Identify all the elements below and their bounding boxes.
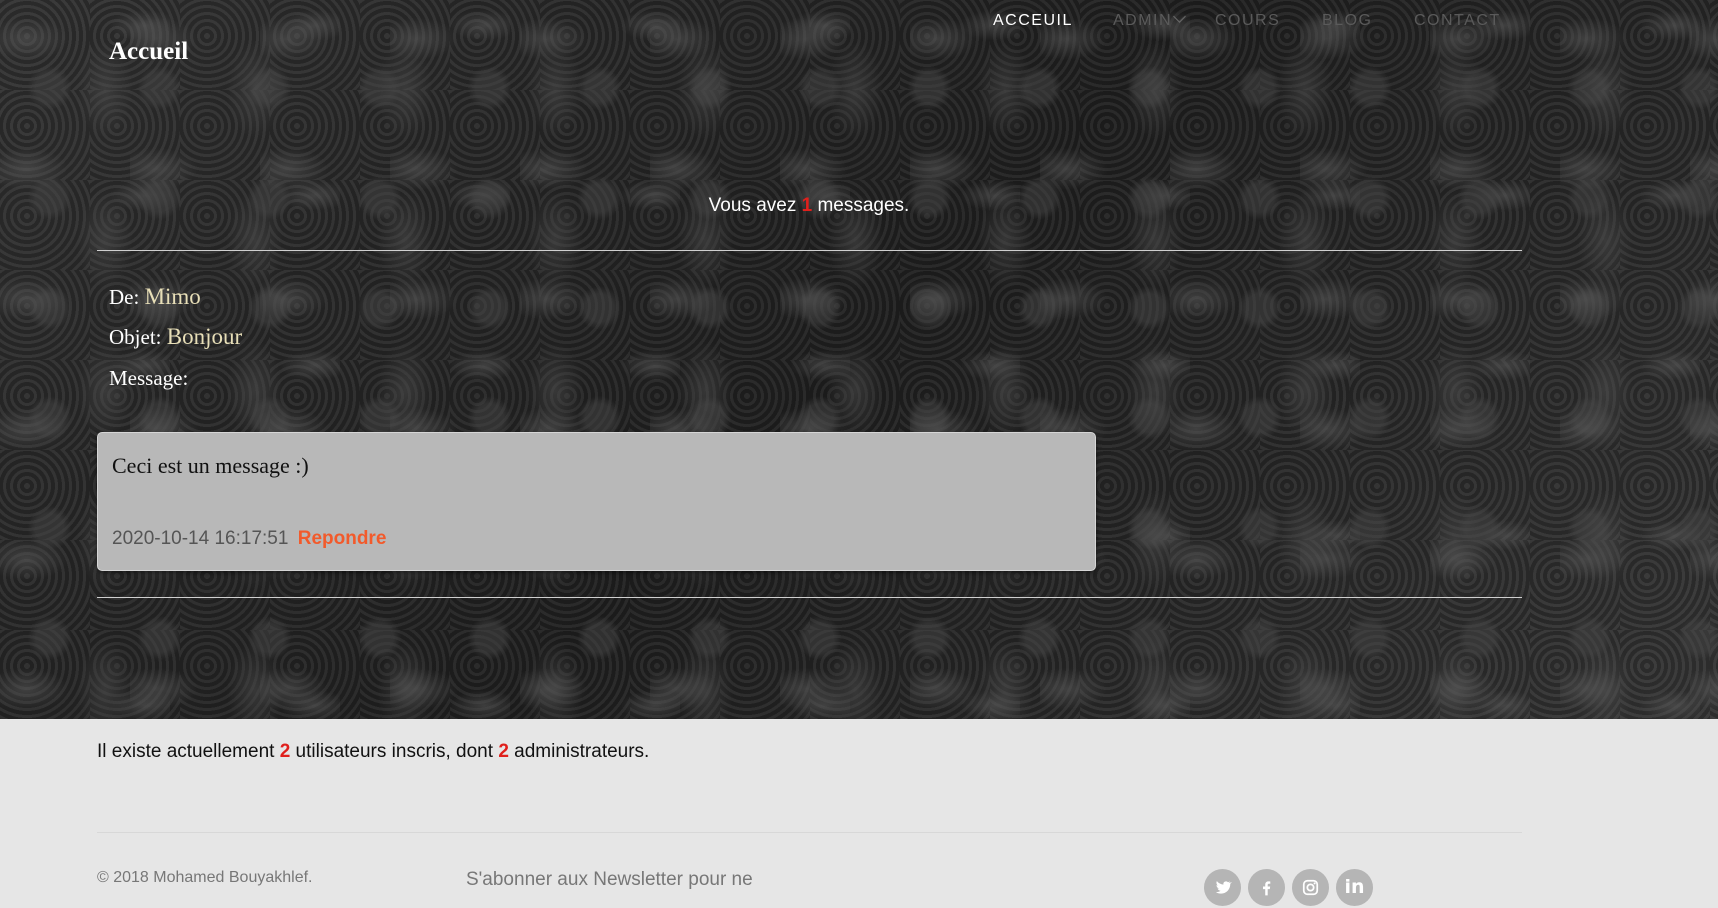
stats-middle: utilisateurs inscris, dont <box>290 741 499 762</box>
stats-suffix: administrateurs. <box>508 741 650 762</box>
nav-item-blog[interactable]: BLOG <box>1322 12 1372 30</box>
message-from: De: Mimo <box>109 284 201 310</box>
nav-item-admin-label: ADMIN <box>1113 12 1173 29</box>
from-value: Mimo <box>144 284 201 309</box>
chevron-down-icon <box>1173 10 1186 23</box>
nav-item-contact[interactable]: CONTACT <box>1414 12 1501 30</box>
instagram-button[interactable] <box>1292 869 1329 906</box>
from-label: De: <box>109 285 140 309</box>
message-count-line: Vous avez 1 messages. <box>0 195 1618 217</box>
message-footer: 2020-10-14 16:17:51 Repondre <box>112 528 386 550</box>
subject-label: Objet: <box>109 325 162 349</box>
linkedin-icon: in <box>1344 876 1365 898</box>
nav-item-admin[interactable]: ADMIN <box>1113 10 1186 30</box>
hero-background <box>0 0 1718 719</box>
message-subject: Objet: Bonjour <box>109 324 242 350</box>
facebook-icon <box>1263 881 1271 896</box>
user-stats: Il existe actuellement 2 utilisateurs in… <box>97 741 649 763</box>
count-suffix: messages. <box>812 195 910 216</box>
reply-link[interactable]: Repondre <box>298 528 387 549</box>
admin-count: 2 <box>498 741 509 762</box>
message-card: Ceci est un message :) 2020-10-14 16:17:… <box>97 432 1096 571</box>
footer-divider <box>97 832 1522 833</box>
facebook-button[interactable] <box>1248 869 1285 906</box>
message-count: 1 <box>801 195 813 216</box>
newsletter-text: S'abonner aux Newsletter pour ne <box>466 869 753 890</box>
twitter-icon <box>1215 881 1232 894</box>
site-brand[interactable]: Accueil <box>109 38 188 66</box>
instagram-icon <box>1302 879 1319 896</box>
stats-prefix: Il existe actuellement <box>97 741 280 762</box>
message-label: Message: <box>109 366 189 390</box>
nav-item-acceuil[interactable]: ACCEUIL <box>993 12 1073 30</box>
divider-top <box>97 250 1522 251</box>
count-prefix: Vous avez <box>708 195 802 216</box>
nav-item-cours[interactable]: COURS <box>1215 12 1280 30</box>
copyright: © 2018 Mohamed Bouyakhlef. <box>97 869 313 886</box>
main-nav: ACCEUIL ADMIN COURS BLOG CONTACT <box>0 10 1718 42</box>
user-count: 2 <box>279 741 291 762</box>
divider-bottom <box>97 597 1522 598</box>
message-date: 2020-10-14 16:17:51 <box>112 528 289 549</box>
twitter-button[interactable] <box>1204 869 1241 906</box>
subject-value: Bonjour <box>166 324 243 349</box>
message-body: Ceci est un message :) <box>112 453 309 478</box>
linkedin-button[interactable]: in <box>1336 869 1373 906</box>
